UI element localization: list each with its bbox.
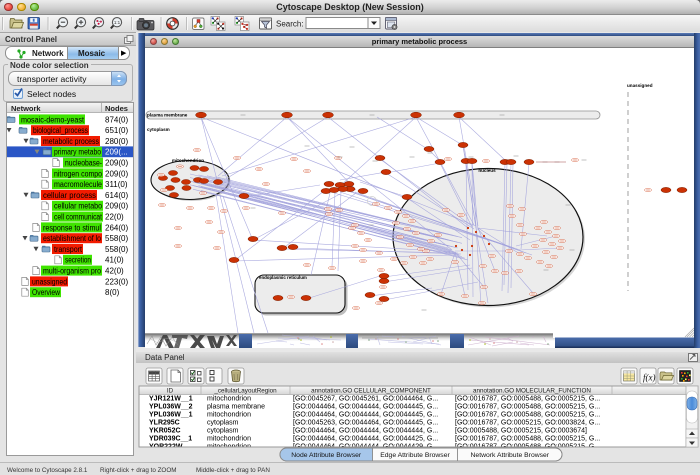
svg-text:transport: transport: [54, 245, 83, 254]
svg-text:558(0): 558(0): [105, 245, 128, 254]
svg-text:Network Attribute Browser: Network Attribute Browser: [471, 452, 550, 459]
svg-text:f(x): f(x): [643, 373, 656, 383]
svg-text:[GO:0016787, GO:0005488, GO:00: [GO:0016787, GO:0005488, GO:0005215, G..…: [455, 396, 600, 403]
svg-text:[GO:0044464, GO:0044444, GO:00: [GO:0044464, GO:0044444, GO:0044425, G..…: [293, 436, 438, 443]
svg-text:[GO:0016787, GO:0005488, GO:00: [GO:0016787, GO:0005488, GO:0005215, G..…: [455, 404, 600, 411]
svg-text:223(0): 223(0): [105, 277, 128, 286]
svg-text:unassigned: unassigned: [32, 277, 67, 286]
svg-text:nitrogen compo: nitrogen compo: [54, 169, 102, 178]
svg-text:mitochondrion: mitochondrion: [207, 412, 251, 419]
svg-text:[GO:0016787, GO:0005488, GO:00: [GO:0016787, GO:0005488, GO:0005215, G..…: [455, 412, 600, 419]
svg-text:[GO:0016787, GO:0005215, GO:00: [GO:0016787, GO:0005215, GO:0003824, G..…: [455, 420, 600, 427]
svg-text:[GO:0044464, GO:0044444, GO:00: [GO:0044464, GO:0044444, GO:0044445, G..…: [293, 412, 438, 419]
svg-text:metabolic process: metabolic process: [43, 137, 99, 146]
svg-text:cytoplasm: cytoplasm: [207, 420, 239, 427]
svg-text:response to stimul: response to stimul: [43, 223, 101, 232]
svg-text:41(0): 41(0): [105, 256, 124, 265]
svg-text:[GO:0045267, GO:0045261, GO:00: [GO:0045267, GO:0045261, GO:0044464, G..…: [293, 396, 438, 403]
svg-text:cytoplasm: cytoplasm: [207, 428, 239, 435]
svg-text:22(0): 22(0): [105, 213, 124, 222]
svg-text:[GO:0045263, GO:0044464, GO:00: [GO:0045263, GO:0044464, GO:0044445, G..…: [293, 420, 438, 427]
svg-text:Search:: Search:: [276, 20, 304, 29]
svg-text:mosaic-demo-yeast: mosaic-demo-yeast: [21, 115, 85, 124]
svg-text:mitochondrion: mitochondrion: [207, 396, 251, 403]
svg-text:secretion: secretion: [65, 256, 91, 265]
svg-text:_cellularLayoutRegion: _cellularLayoutRegion: [213, 388, 277, 395]
svg-text:614(0): 614(0): [105, 191, 128, 200]
svg-text:unassigned: unassigned: [627, 83, 653, 88]
svg-text:cytoplasm: cytoplasm: [147, 127, 170, 132]
svg-text:YJR121W__1: YJR121W__1: [149, 396, 193, 403]
svg-text:cellular process: cellular process: [43, 191, 96, 200]
svg-text:ID: ID: [167, 388, 174, 395]
svg-text:209(0): 209(0): [105, 169, 128, 178]
svg-text:annotation.GO CELLULAR_COMPONE: annotation.GO CELLULAR_COMPONENT: [311, 388, 431, 395]
svg-text:endoplasmic reticulum: endoplasmic reticulum: [259, 275, 307, 280]
svg-text:nucleus: nucleus: [478, 168, 496, 173]
svg-text:Overview: Overview: [32, 288, 60, 297]
svg-text:Node Attribute Browser: Node Attribute Browser: [291, 452, 362, 459]
svg-text:cellular metabo: cellular metabo: [54, 202, 102, 211]
svg-text:YPL036W__2: YPL036W__2: [149, 404, 193, 411]
svg-text:311(0): 311(0): [105, 180, 128, 189]
svg-text:mitochondrion: mitochondrion: [172, 158, 204, 163]
svg-text:1:1: 1:1: [114, 20, 121, 25]
svg-text:YLR295C: YLR295C: [149, 420, 180, 427]
svg-text:[GO:0044464, GO:0044444, GO:00: [GO:0044464, GO:0044444, GO:0044444, G..…: [293, 428, 438, 435]
svg-text:establishment of lo: establishment of lo: [43, 234, 101, 243]
svg-text:macromolecule: macromolecule: [54, 180, 102, 189]
svg-text:264(0): 264(0): [105, 223, 128, 232]
svg-text:[GO:0016787, GO:0005488, GO:00: [GO:0016787, GO:0005488, GO:0005215, G..…: [455, 436, 600, 443]
svg-text:multi-organism pro: multi-organism pro: [43, 267, 101, 276]
svg-text:plasma membrane: plasma membrane: [207, 404, 265, 411]
svg-text:42(0): 42(0): [105, 267, 124, 276]
svg-text:209(0): 209(0): [105, 202, 128, 211]
svg-text:874(0): 874(0): [105, 115, 128, 124]
svg-text:YKR052C: YKR052C: [149, 428, 181, 435]
svg-text:209(0): 209(0): [105, 159, 128, 168]
svg-text:YDR039C__1: YDR039C__1: [149, 436, 192, 443]
svg-text:8(0): 8(0): [105, 288, 120, 297]
svg-text:YPL036W__1: YPL036W__1: [149, 412, 193, 419]
svg-text:280(0): 280(0): [105, 137, 128, 146]
svg-text:209(...: 209(...: [105, 148, 128, 157]
svg-text:[GO:0005488, GO:0005215, GO:00: [GO:0005488, GO:0005215, GO:0003674]: [455, 428, 587, 435]
svg-text:mitochondrion: mitochondrion: [207, 436, 251, 443]
svg-text:Edge Attribute Browser: Edge Attribute Browser: [380, 452, 450, 459]
svg-text:annotation.GO MOLECULAR_FUNCTI: annotation.GO MOLECULAR_FUNCTION: [473, 388, 591, 395]
svg-text:plasma membrane: plasma membrane: [147, 113, 188, 118]
svg-text:biological_process: biological_process: [33, 126, 88, 135]
svg-text:651(0): 651(0): [105, 126, 128, 135]
svg-text:primary metabo: primary metabo: [54, 148, 101, 157]
svg-text:[GO:0044464, GO:0044444, GO:00: [GO:0044464, GO:0044444, GO:0044445, G..…: [293, 404, 438, 411]
svg-text:558(0): 558(0): [105, 234, 128, 243]
svg-text:nucleobase-: nucleobase-: [65, 159, 102, 168]
svg-text:cell communicat: cell communicat: [54, 213, 103, 222]
